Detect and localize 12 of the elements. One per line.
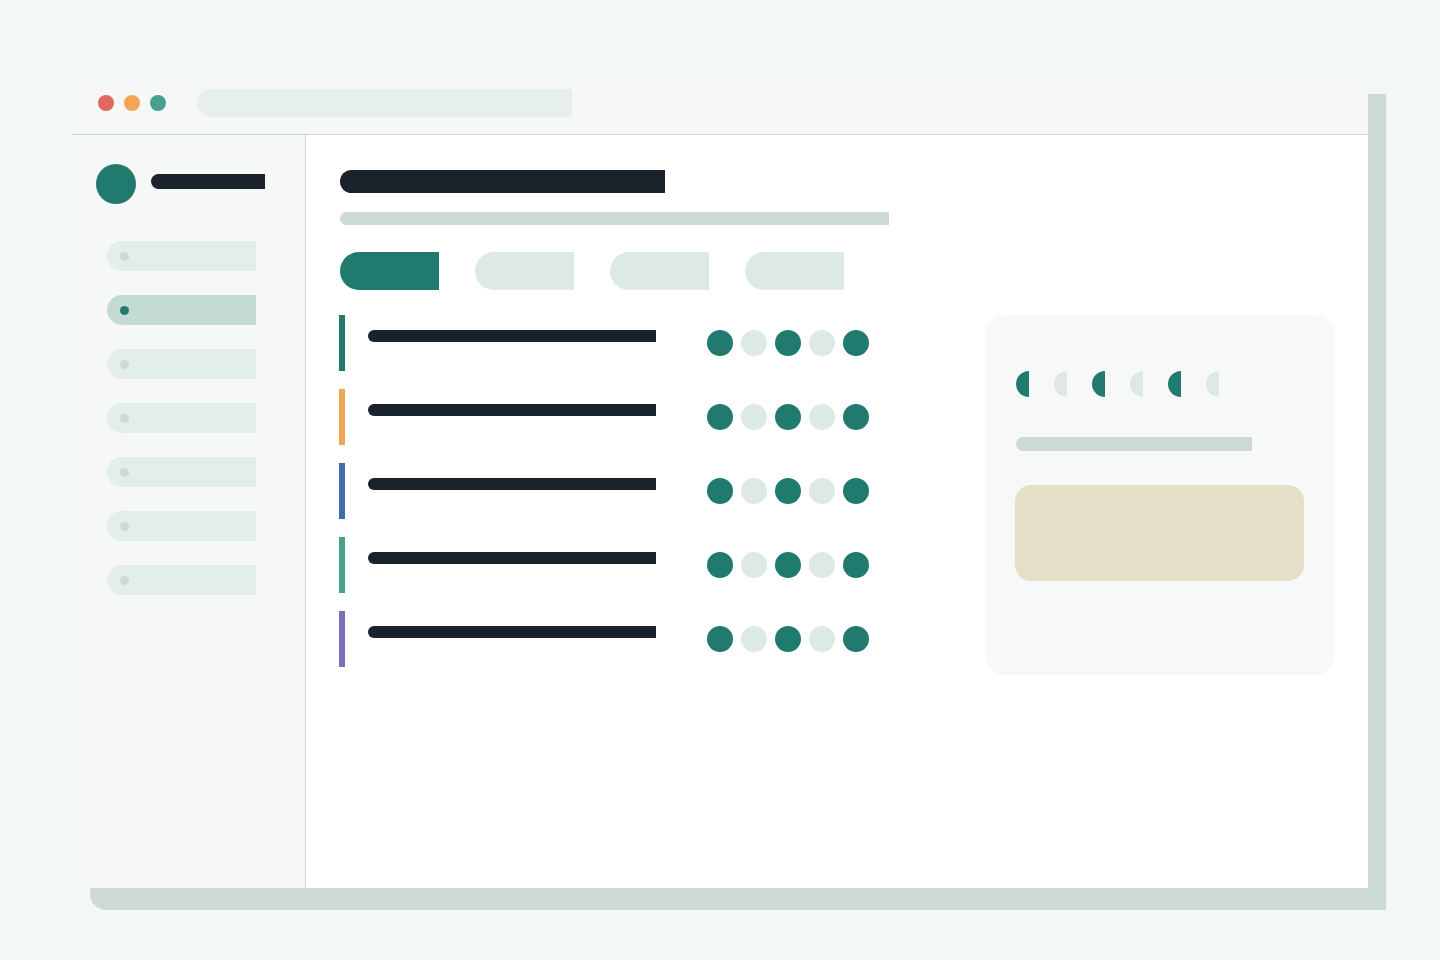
tab[interactable] <box>340 252 439 290</box>
nav-item[interactable] <box>107 241 256 271</box>
window-control-icon[interactable] <box>124 95 140 111</box>
avatar-icon <box>96 164 136 204</box>
window-control-icon[interactable] <box>150 95 166 111</box>
nav-item[interactable] <box>107 295 256 325</box>
nav-item[interactable] <box>107 403 256 433</box>
nav-item[interactable] <box>107 349 256 379</box>
nav-item[interactable] <box>107 457 256 487</box>
nav-item[interactable] <box>107 511 256 541</box>
nav-item[interactable] <box>107 565 256 595</box>
window-control-icon[interactable] <box>98 95 114 111</box>
